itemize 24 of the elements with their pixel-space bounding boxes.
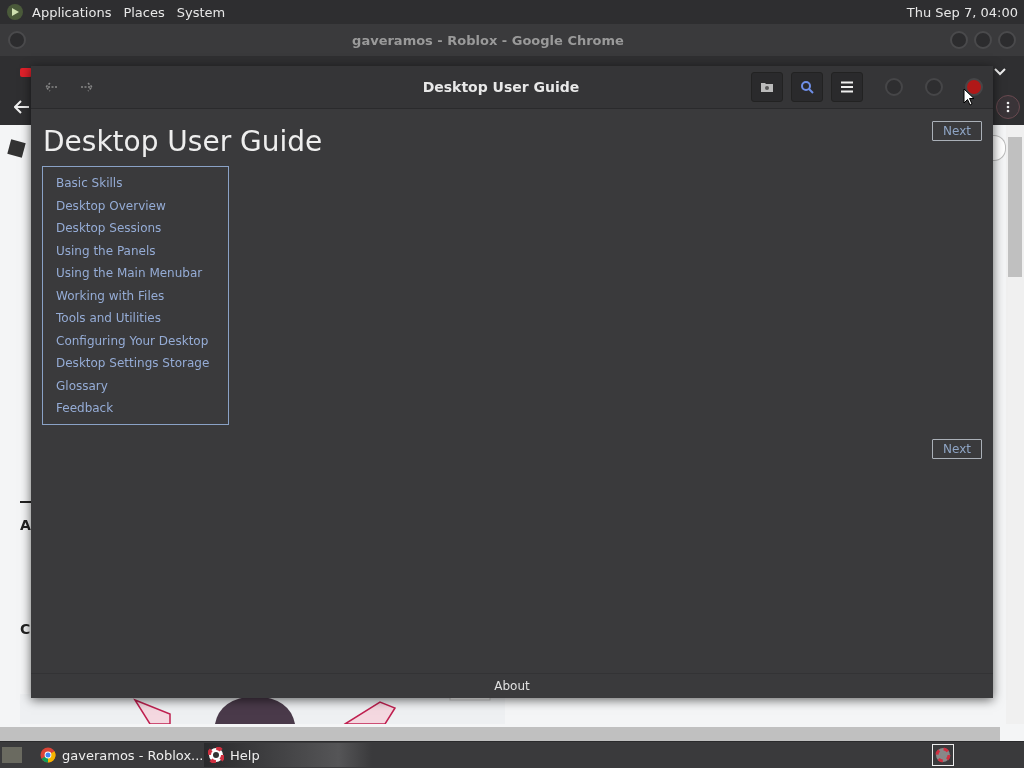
window-title: Desktop User Guide — [421, 79, 581, 95]
topic-link[interactable]: Tools and Utilities — [56, 307, 228, 330]
panel-menu[interactable]: Applications — [32, 4, 112, 20]
next-button[interactable]: Next — [932, 121, 982, 141]
page-heading: Desktop User Guide — [43, 125, 323, 158]
topic-link[interactable]: Glossary — [56, 374, 228, 397]
topic-link[interactable]: Basic Skills — [56, 172, 228, 195]
panel-menu[interactable]: Places — [123, 4, 165, 20]
window-title: gaveramos - Roblox - Google Chrome — [351, 32, 625, 48]
panel-menu[interactable]: System — [176, 4, 226, 20]
taskbar-button[interactable]: gaveramos - Roblox... — [36, 743, 202, 767]
topic-link[interactable]: Working with Files — [56, 284, 228, 307]
topic-link[interactable]: Feedback — [56, 397, 228, 420]
topic-link[interactable]: Using the Panels — [56, 239, 228, 262]
next-button[interactable]: Next — [932, 438, 982, 459]
topic-link[interactable]: Configuring Your Desktop — [56, 329, 228, 352]
topic-link[interactable]: Desktop Sessions — [56, 217, 228, 240]
clock[interactable]: Thu Sep 7, 04:00 — [906, 4, 1018, 20]
page-heading: C — [20, 621, 31, 637]
topic-link[interactable]: Using the Main Menubar — [56, 262, 228, 285]
topic-link[interactable]: Desktop Settings Storage — [56, 352, 228, 375]
topic-link[interactable]: Desktop Overview — [56, 194, 228, 217]
about-link[interactable]: About — [494, 679, 530, 693]
page-heading: A — [20, 517, 31, 533]
